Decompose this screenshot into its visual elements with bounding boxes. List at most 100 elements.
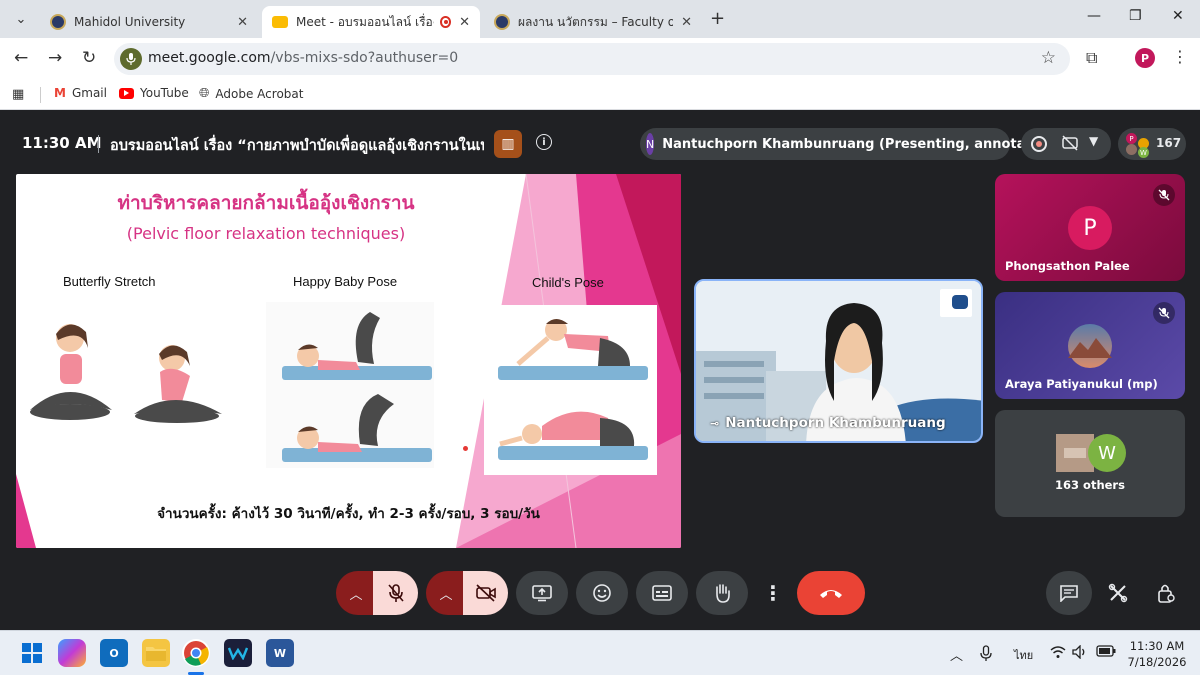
microphone-in-use-icon[interactable] — [120, 48, 142, 70]
extensions-icon[interactable]: ⧉ — [1086, 48, 1097, 68]
bookmark-adobe-acrobat[interactable]: 🌐︎ Adobe Acrobat — [199, 86, 303, 101]
url-text: meet.google.com/vbs-mixs-sdo?authuser=0 — [148, 50, 458, 66]
chat-button[interactable] — [1046, 571, 1092, 615]
mic-toggle-button[interactable] — [373, 571, 418, 615]
browser-menu-icon[interactable]: ⋮ — [1172, 47, 1188, 66]
emoji-icon — [593, 584, 611, 602]
presenter-status-pill[interactable]: N Nantuchporn Khambunruang (Presenting, … — [640, 128, 1061, 160]
mic-off-icon — [387, 584, 404, 602]
participant-name: Phongsathon Palee — [1005, 259, 1130, 273]
mic-off-icon — [1153, 184, 1175, 206]
end-call-icon — [820, 590, 842, 598]
present-screen-icon — [532, 585, 552, 602]
forward-button[interactable]: → — [48, 48, 62, 68]
clock-time: 11:30 AM — [1129, 639, 1185, 653]
apps-grid-icon[interactable]: ▦ — [12, 87, 24, 102]
tab-mahidol[interactable]: Mahidol University ✕ — [40, 6, 258, 38]
file-explorer-icon[interactable] — [142, 639, 170, 667]
close-icon[interactable]: ✕ — [681, 15, 692, 30]
profile-avatar[interactable]: P — [1135, 48, 1155, 68]
chevron-down-icon[interactable]: ▼ — [1089, 134, 1098, 148]
volume-icon[interactable] — [1072, 644, 1088, 663]
meeting-info-icon[interactable]: i — [536, 134, 552, 150]
reload-button[interactable]: ↻ — [82, 48, 96, 68]
url-domain: meet.google.com — [148, 50, 271, 66]
hand-icon — [716, 584, 730, 603]
activities-button[interactable] — [1100, 571, 1136, 615]
recording-icon — [440, 16, 452, 28]
video-settings-button[interactable]: ︿ — [426, 571, 466, 615]
recording-icon[interactable] — [1031, 136, 1047, 152]
pose-label-butterfly: Butterfly Stretch — [63, 274, 156, 289]
youtube-icon — [119, 87, 134, 99]
captions-off-icon[interactable] — [1061, 135, 1079, 155]
host-controls-button[interactable] — [1148, 571, 1184, 615]
tab-search-icon[interactable]: ⌄ — [8, 7, 34, 31]
avatar: P — [1068, 206, 1112, 250]
copilot-icon[interactable] — [58, 639, 86, 667]
tab-faculty[interactable]: ผลงาน นวัตกรรม – Faculty of Phy ✕ — [484, 6, 702, 38]
camera-toggle-button[interactable] — [463, 571, 508, 615]
presenter-video-tile[interactable]: ⊸ Nantuchporn Khambunruang — [694, 279, 983, 443]
present-screen-button[interactable] — [516, 571, 568, 615]
url-path: /vbs-mixs-sdo?authuser=0 — [270, 50, 459, 66]
maximize-button[interactable]: ❐ — [1129, 8, 1142, 24]
lock-person-icon — [1158, 584, 1175, 603]
presentation-slide: ท่าบริหารคลายกล้ามเนื้ออุ้งเชิงกราน (Pel… — [16, 174, 681, 548]
close-icon[interactable]: ✕ — [459, 15, 470, 30]
microphone-icon[interactable] — [980, 645, 992, 665]
clock-date: 7/18/2026 — [1127, 655, 1187, 669]
webex-icon[interactable] — [224, 639, 252, 667]
slide-title-thai: ท่าบริหารคลายกล้ามเนื้ออุ้งเชิงกราน — [117, 192, 415, 214]
camera-off-icon — [475, 584, 496, 602]
windows-start-icon[interactable] — [18, 639, 46, 667]
recording-controls[interactable]: ▼ — [1021, 128, 1111, 160]
people-button[interactable]: P W 167 — [1118, 128, 1186, 160]
wifi-icon[interactable] — [1050, 645, 1066, 663]
battery-icon[interactable] — [1096, 645, 1116, 661]
bookmark-star-icon[interactable]: ☆ — [1041, 48, 1056, 68]
presenter-tile-name: ⊸ Nantuchporn Khambunruang — [710, 415, 946, 431]
chrome-icon[interactable] — [182, 639, 210, 667]
captions-button[interactable] — [636, 571, 688, 615]
system-clock[interactable]: 11:30 AM 7/18/2026 — [1124, 638, 1190, 670]
close-window-button[interactable]: ✕ — [1172, 8, 1184, 24]
address-bar[interactable]: meet.google.com/vbs-mixs-sdo?authuser=0 … — [114, 43, 1070, 75]
breakout-room-icon[interactable]: ▥ — [494, 130, 522, 158]
bookmark-gmail[interactable]: M Gmail — [54, 86, 107, 100]
tab-meet[interactable]: Meet - อบรมออนไลน์ เรื่อง “กา ✕ — [262, 6, 480, 38]
windows-taskbar: O W ︿ ไทย 11:30 AM 7/18/2026 — [0, 630, 1200, 675]
avatar — [1126, 144, 1137, 155]
reactions-button[interactable] — [576, 571, 628, 615]
tab-title: Mahidol University — [74, 15, 186, 29]
participant-tile-araya[interactable]: Araya Patiyanukul (mp) — [995, 292, 1185, 399]
tab-title: ผลงาน นวัตกรรม – Faculty of Phy — [518, 14, 674, 29]
more-options-button[interactable]: ⋮ — [755, 571, 791, 615]
gmail-icon: M — [54, 86, 66, 100]
tools-icon — [1108, 583, 1128, 603]
input-language[interactable]: ไทย — [1014, 646, 1033, 664]
slide-footer-text: จำนวนครั้ง: ค้างไว้ 30 วินาที/ครั้ง, ทำ … — [157, 506, 540, 522]
pose-label-happy-baby: Happy Baby Pose — [293, 274, 398, 289]
avatar: W — [1138, 147, 1149, 158]
leave-call-button[interactable] — [797, 571, 865, 615]
participant-tile-others[interactable]: W 163 others — [995, 410, 1185, 517]
presenter-status-text: Nantuchporn Khambunruang (Presenting, an… — [662, 136, 1061, 152]
minimize-button[interactable]: — — [1087, 8, 1101, 24]
audio-settings-button[interactable]: ︿ — [336, 571, 376, 615]
tab-title: Meet - อบรมออนไลน์ เรื่อง “กา — [296, 14, 434, 29]
chevron-up-icon[interactable]: ︿ — [950, 645, 963, 664]
bookmark-label: YouTube — [140, 86, 189, 100]
raise-hand-button[interactable] — [696, 571, 748, 615]
participant-tile-phongsathon[interactable]: P Phongsathon Palee — [995, 174, 1185, 281]
chat-icon — [1060, 585, 1078, 602]
back-button[interactable]: ← — [14, 48, 28, 68]
new-tab-button[interactable]: + — [710, 8, 725, 29]
close-icon[interactable]: ✕ — [237, 15, 248, 30]
bookmark-youtube[interactable]: YouTube — [119, 86, 189, 100]
outlook-icon[interactable]: O — [100, 639, 128, 667]
browser-tab-bar: ⌄ Mahidol University ✕ Meet - อบรมออนไลน… — [0, 0, 1200, 38]
others-count: 163 others — [1055, 478, 1125, 492]
word-icon[interactable]: W — [266, 639, 294, 667]
more-vertical-icon: ⋮ — [763, 581, 783, 605]
